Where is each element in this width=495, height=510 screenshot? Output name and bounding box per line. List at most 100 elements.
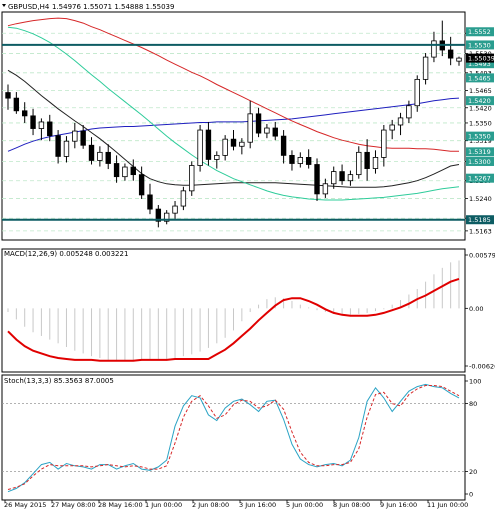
macd-axis-label: -0.006266 bbox=[469, 363, 495, 371]
price-level-badge-label: 1.5300 bbox=[468, 158, 491, 166]
price-level-badge: 1.5185 bbox=[466, 215, 494, 225]
candle-body bbox=[397, 117, 404, 126]
candle-body bbox=[447, 49, 454, 59]
price-level-badge: 1.5300 bbox=[466, 156, 494, 166]
candle-body bbox=[339, 171, 345, 182]
moving-average-line bbox=[7, 26, 460, 201]
candle-body bbox=[356, 151, 362, 176]
candle-body bbox=[364, 151, 370, 169]
candle-body bbox=[55, 135, 61, 157]
time-axis-label: 11 Jun 00:00 bbox=[427, 501, 468, 509]
candle-body bbox=[305, 157, 312, 165]
price-level-badge-label: 1.5465 bbox=[468, 74, 491, 82]
price-level-badge: 1.5350 bbox=[466, 131, 494, 141]
title-dropdown-icon bbox=[2, 4, 6, 7]
price-level-badge: 1.5319 bbox=[466, 147, 494, 157]
chart-canvas: 1.55561.55301.54931.54651.54201.53501.53… bbox=[1, 3, 495, 509]
candle-body bbox=[314, 164, 320, 195]
price-axis-label: 1.5240 bbox=[469, 195, 492, 203]
candle-body bbox=[5, 92, 11, 99]
stoch-title: Stoch(13,3,3) 85.3563 87.0005 bbox=[4, 377, 114, 385]
time-axis-label: 27 May 08:00 bbox=[51, 501, 96, 509]
price-level-badge-label: 1.5420 bbox=[468, 97, 491, 105]
ohlc-readout: 1.54976 1.55071 1.54888 1.55039 bbox=[52, 3, 174, 11]
candle-body bbox=[280, 135, 287, 156]
price-axis-label: 1.5163 bbox=[469, 227, 492, 235]
price-axis-label: 1.5420 bbox=[469, 104, 492, 112]
stoch-panel-frame bbox=[1, 374, 466, 501]
time-axis-label: 26 May 2015 bbox=[4, 501, 46, 509]
candle-body bbox=[456, 57, 462, 62]
candle-body bbox=[13, 97, 20, 112]
candle-body bbox=[264, 127, 270, 134]
candle-body bbox=[230, 138, 237, 147]
candle-body bbox=[113, 163, 120, 178]
candle-body bbox=[255, 113, 262, 134]
time-axis-label: 2 Jun 08:00 bbox=[192, 501, 229, 509]
macd-panel: 0.005796 0.00 -0.006266 bbox=[1, 248, 495, 373]
candle-body bbox=[372, 157, 379, 169]
stoch-axis-label: 20 bbox=[469, 468, 477, 476]
candle-body bbox=[205, 129, 212, 160]
price-level-badge: 1.5465 bbox=[466, 73, 494, 83]
current-price-badge: 1.55039 bbox=[466, 53, 495, 63]
stoch-axis-label: 80 bbox=[469, 400, 477, 408]
candle-body bbox=[47, 121, 53, 137]
time-axis-label: 9 Jun 16:00 bbox=[380, 501, 417, 509]
price-level-badge: 1.5552 bbox=[466, 27, 494, 37]
time-axis-label: 8 Jun 08:00 bbox=[333, 501, 370, 509]
candle-body bbox=[214, 154, 220, 160]
candle-body bbox=[389, 124, 395, 131]
candle-body bbox=[72, 130, 78, 142]
candle-body bbox=[80, 130, 86, 146]
price-level-badge: 1.5267 bbox=[466, 173, 494, 183]
macd-title: MACD(12,26,9) 0.005248 0.003221 bbox=[4, 250, 128, 258]
candle-body bbox=[22, 110, 28, 117]
candle-body bbox=[197, 129, 203, 166]
stochastic-panel: 100 80 20 0 bbox=[1, 374, 481, 501]
candle-body bbox=[289, 154, 295, 164]
candle-body bbox=[130, 166, 136, 176]
stoch-axis-label: 0 bbox=[469, 491, 473, 499]
candle-body bbox=[138, 174, 145, 196]
candle-body bbox=[147, 194, 153, 210]
current-price-label: 1.55039 bbox=[468, 55, 495, 63]
candle-body bbox=[422, 56, 429, 80]
candle-body bbox=[122, 166, 128, 178]
price-axis-label: 1.5465 bbox=[469, 87, 492, 95]
time-axis: 26 May 2015 27 May 08:00 28 May 16:00 1 Jun… bbox=[4, 500, 468, 509]
macd-axis-label: 0.00 bbox=[469, 305, 483, 313]
stoch-axis-label: 100 bbox=[469, 378, 481, 386]
price-level-badge: 1.5530 bbox=[466, 40, 494, 50]
candle-body bbox=[172, 205, 178, 214]
candle-body bbox=[97, 151, 103, 161]
candle-body bbox=[239, 141, 245, 147]
price-level-badge-label: 1.5319 bbox=[468, 148, 491, 156]
stoch-main-line bbox=[7, 383, 460, 493]
candle-body bbox=[406, 105, 412, 119]
candle-body bbox=[222, 138, 228, 156]
price-panel-frame bbox=[1, 11, 466, 241]
price-panel: 1.55561.55301.54931.54651.54201.53501.53… bbox=[1, 4, 495, 241]
price-level-badge-label: 1.5185 bbox=[468, 216, 491, 224]
time-axis-label: 5 Jun 00:00 bbox=[286, 501, 323, 509]
candle-body bbox=[180, 190, 187, 207]
time-axis-label: 1 Jun 00:00 bbox=[145, 501, 182, 509]
price-axis-label: 1.5350 bbox=[469, 119, 492, 127]
candle-body bbox=[381, 129, 387, 158]
candle-body bbox=[431, 40, 437, 58]
price-level-badge: 1.5420 bbox=[466, 96, 494, 106]
candle-body bbox=[331, 171, 337, 185]
candle-body bbox=[272, 127, 278, 137]
candle-body bbox=[88, 144, 95, 161]
candle-body bbox=[414, 78, 420, 107]
candle-body bbox=[30, 115, 36, 129]
candle-body bbox=[38, 121, 45, 129]
price-level-badge-label: 1.5552 bbox=[468, 28, 491, 36]
time-axis-label: 28 May 16:00 bbox=[98, 501, 143, 509]
macd-axis-label: 0.005796 bbox=[469, 252, 495, 260]
symbol-title: GBPUSD,H4 bbox=[8, 3, 50, 11]
candle-body bbox=[347, 174, 354, 182]
price-level-badge-label: 1.5350 bbox=[468, 133, 491, 141]
price-level-badge-label: 1.5530 bbox=[468, 41, 491, 49]
